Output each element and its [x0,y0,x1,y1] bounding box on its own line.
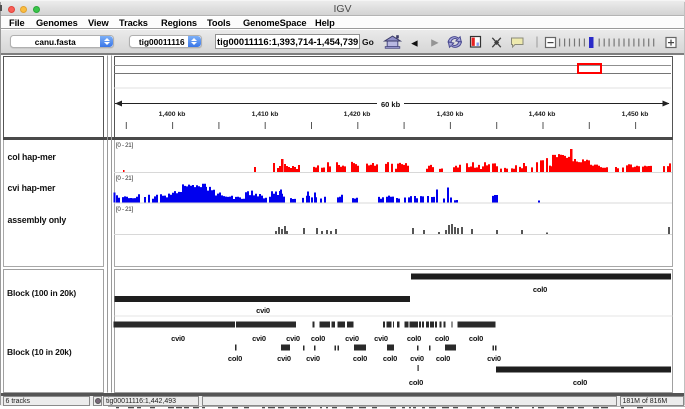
svg-text:60 kb: 60 kb [381,100,401,109]
